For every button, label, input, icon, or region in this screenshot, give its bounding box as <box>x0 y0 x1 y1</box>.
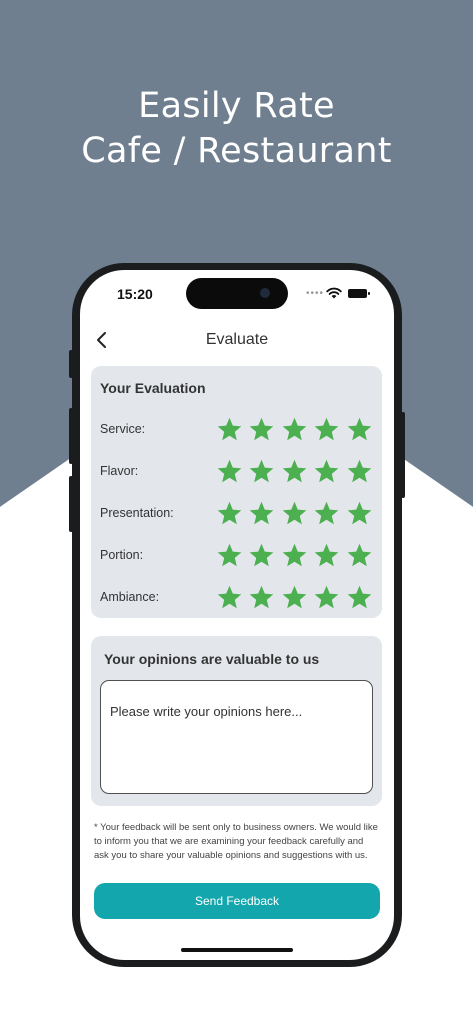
star-rating <box>213 456 376 486</box>
star-icon[interactable] <box>246 582 279 612</box>
promo-headline: Easily Rate Cafe / Restaurant <box>0 84 473 174</box>
rating-row: Service: <box>91 414 382 444</box>
star-icon[interactable] <box>246 498 279 528</box>
camera-icon <box>260 288 270 298</box>
battery-icon <box>348 289 370 298</box>
opinion-textarea[interactable]: Please write your opinions here... <box>100 680 373 794</box>
star-icon[interactable] <box>213 582 246 612</box>
star-rating <box>213 582 376 612</box>
star-icon[interactable] <box>246 456 279 486</box>
star-icon[interactable] <box>343 498 376 528</box>
headline-line-2: Cafe / Restaurant <box>81 131 392 171</box>
star-icon[interactable] <box>311 456 344 486</box>
star-icon[interactable] <box>278 456 311 486</box>
rating-row: Ambiance: <box>91 582 382 612</box>
star-icon[interactable] <box>278 540 311 570</box>
star-icon[interactable] <box>311 498 344 528</box>
page-title: Evaluate <box>205 331 269 348</box>
star-icon[interactable] <box>343 582 376 612</box>
wifi-icon <box>326 287 342 299</box>
headline-line-1: Easily Rate <box>138 86 335 126</box>
star-icon[interactable] <box>343 414 376 444</box>
star-icon[interactable] <box>213 498 246 528</box>
star-icon[interactable] <box>343 456 376 486</box>
phone-button-left-1 <box>69 350 73 378</box>
opinion-title: Your opinions are valuable to us <box>104 651 320 667</box>
dynamic-island <box>186 278 288 309</box>
star-icon[interactable] <box>278 414 311 444</box>
star-icon[interactable] <box>246 540 279 570</box>
star-icon[interactable] <box>343 540 376 570</box>
star-rating <box>213 414 376 444</box>
star-icon[interactable] <box>246 414 279 444</box>
evaluation-card: Your Evaluation Service: Flavor: Presentat… <box>91 366 382 618</box>
feedback-note: * Your feedback will be sent only to bus… <box>94 822 378 861</box>
rating-row: Flavor: <box>91 456 382 486</box>
rating-label: Flavor: <box>100 464 139 478</box>
star-icon[interactable] <box>311 414 344 444</box>
star-icon[interactable] <box>213 414 246 444</box>
opinion-card: Your opinions are valuable to us Please … <box>91 636 382 806</box>
send-feedback-button[interactable]: Send Feedback <box>94 883 380 919</box>
status-time: 15:20 <box>117 286 153 302</box>
signal-icon: •••• <box>306 288 325 299</box>
star-icon[interactable] <box>311 582 344 612</box>
rating-label: Presentation: <box>100 506 174 520</box>
star-rating <box>213 498 376 528</box>
rating-label: Ambiance: <box>100 590 160 604</box>
star-rating <box>213 540 376 570</box>
phone-button-left-3 <box>69 476 73 532</box>
rating-label: Portion: <box>100 548 144 562</box>
phone-button-right <box>401 412 405 498</box>
star-icon[interactable] <box>311 540 344 570</box>
star-icon[interactable] <box>213 456 246 486</box>
star-icon[interactable] <box>278 582 311 612</box>
star-icon[interactable] <box>213 540 246 570</box>
evaluation-title: Your Evaluation <box>100 380 206 396</box>
phone-screen: 15:20 •••• Evaluate Your Evaluation Serv… <box>80 270 394 960</box>
rating-label: Service: <box>100 422 146 436</box>
star-icon[interactable] <box>278 498 311 528</box>
rating-row: Portion: <box>91 540 382 570</box>
home-indicator <box>181 948 293 952</box>
rating-row: Presentation: <box>91 498 382 528</box>
phone-button-left-2 <box>69 408 73 464</box>
